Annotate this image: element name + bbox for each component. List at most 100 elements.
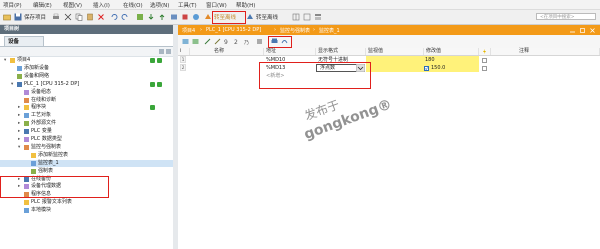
- tree-options-icon[interactable]: [166, 49, 171, 54]
- upload-icon[interactable]: [158, 13, 166, 21]
- menu-options[interactable]: 选项(N): [150, 1, 169, 9]
- save-project-button[interactable]: 保存项目: [24, 13, 46, 21]
- tree-item[interactable]: 在线和诊断: [0, 97, 173, 104]
- breadcrumb-project[interactable]: 项目4: [182, 27, 195, 34]
- col-comment[interactable]: 注释: [491, 48, 600, 55]
- redo-icon[interactable]: [121, 13, 129, 21]
- tree-item[interactable]: ▸ PLC 变量: [0, 128, 173, 135]
- compile-icon[interactable]: [136, 13, 144, 21]
- go-offline-icon[interactable]: [246, 13, 254, 21]
- tree-item-label: 外部源文件: [31, 120, 57, 127]
- menu-online[interactable]: 在线(O): [123, 1, 143, 9]
- chevron-down-icon[interactable]: ▾: [11, 81, 13, 88]
- add-row-icon[interactable]: [192, 38, 199, 45]
- tree-item[interactable]: ▾ PLC_1 [CPU 315-2 DP]: [0, 81, 173, 88]
- display-format-icon[interactable]: 2: [234, 38, 241, 45]
- col-name[interactable]: 名称: [190, 48, 264, 55]
- tree-item[interactable]: 监控表_1: [0, 159, 173, 167]
- breadcrumb-watch-table[interactable]: 监控表_1: [319, 27, 340, 34]
- tree-item-label: PLC_1 [CPU 315-2 DP]: [24, 80, 80, 87]
- enable-peripheral-icon[interactable]: 9: [224, 38, 231, 45]
- menu-view[interactable]: 视图(V): [63, 1, 82, 9]
- paste-icon[interactable]: [86, 13, 94, 21]
- accessible-devices-icon[interactable]: [192, 13, 200, 21]
- chevron-down-icon[interactable]: ▾: [18, 144, 20, 151]
- minimize-icon[interactable]: [570, 28, 575, 33]
- maximize-icon[interactable]: [580, 28, 585, 33]
- breadcrumb-plc[interactable]: PLC_1 [CPU 315-2 DP]: [206, 27, 261, 33]
- window-icon[interactable]: [303, 13, 311, 21]
- table-row[interactable]: 2 %MD13 浮点数 150.0: [178, 64, 600, 72]
- menu-edit[interactable]: 编辑(E): [33, 1, 52, 9]
- menu-insert[interactable]: 插入(I): [93, 1, 110, 9]
- table-row-new[interactable]: <新增>: [178, 72, 600, 80]
- go-online-icon[interactable]: [204, 13, 212, 21]
- chevron-right-icon[interactable]: ▸: [18, 104, 20, 111]
- modify-checkbox[interactable]: [482, 65, 487, 71]
- main-toolbar: 保存项目 转至离线 转至离线 <在项目中搜索>: [0, 10, 600, 25]
- col-monitor-value[interactable]: 监视值: [366, 48, 424, 55]
- modify-now-icon[interactable]: [204, 38, 211, 45]
- breadcrumb-watch-tables[interactable]: 监控与强制表: [280, 27, 310, 34]
- modify-value-cell[interactable]: 150.0: [423, 64, 479, 72]
- download-icon[interactable]: [147, 13, 155, 21]
- tab-devices[interactable]: 设备: [4, 36, 44, 46]
- modify-checkbox[interactable]: [482, 57, 487, 63]
- modify-trigger-icon[interactable]: [214, 38, 221, 45]
- tree-item[interactable]: ▸ 外部源文件: [0, 120, 173, 127]
- tree-item[interactable]: ▾ 监控与强制表: [0, 144, 173, 151]
- close-icon[interactable]: [590, 28, 595, 33]
- chevron-right-icon[interactable]: ▸: [18, 120, 20, 127]
- go-offline-button[interactable]: 转至离线: [256, 13, 278, 21]
- open-icon[interactable]: [3, 13, 11, 21]
- chevron-right-icon[interactable]: ▸: [18, 128, 20, 135]
- tree-item[interactable]: 设备组态: [0, 89, 173, 96]
- monitor-value-cell: [366, 64, 423, 72]
- menu-project[interactable]: 项目(P): [3, 1, 22, 9]
- undo-icon[interactable]: [110, 13, 118, 21]
- highlight-monitor-all: [268, 36, 292, 48]
- show-all-icon[interactable]: 乃: [244, 38, 251, 45]
- tree-item[interactable]: 本地模块: [0, 207, 173, 214]
- modify-enable-checkbox[interactable]: [424, 65, 429, 71]
- modify-value-cell[interactable]: 180: [423, 56, 479, 64]
- chevron-down-icon[interactable]: ▾: [4, 57, 6, 64]
- hide-icon[interactable]: [256, 38, 263, 45]
- copy-icon[interactable]: [75, 13, 83, 21]
- tree-item[interactable]: 添加新设备: [0, 65, 173, 72]
- status-check-icon: [157, 81, 162, 87]
- stop-icon[interactable]: [181, 13, 189, 21]
- project-tree-panel: 项目树 设备 ▾ 项目4 添加新设备 设备和网络 ▾ PLC_1 [CPU 315-2 D…: [0, 25, 174, 249]
- tree-item[interactable]: 添加新监控表: [0, 152, 173, 159]
- print-icon[interactable]: [52, 13, 60, 21]
- col-display-format[interactable]: 显示格式: [316, 48, 366, 55]
- svg-text:9: 9: [224, 39, 228, 45]
- menu-help[interactable]: 帮助(H): [236, 1, 255, 9]
- save-icon[interactable]: [14, 13, 22, 21]
- col-modify-value[interactable]: 修改值: [424, 48, 479, 55]
- col-address[interactable]: 地址: [264, 48, 316, 55]
- tree-item[interactable]: ▸ PLC 数据类型: [0, 136, 173, 143]
- tree-item[interactable]: 强制表: [0, 168, 173, 175]
- svg-text:乃: 乃: [244, 40, 249, 45]
- project-search-input[interactable]: <在项目中搜索>: [536, 13, 596, 20]
- layout-icon[interactable]: [314, 13, 322, 21]
- menu-window[interactable]: 窗口(W): [206, 1, 227, 9]
- status-check-icon: [157, 58, 162, 63]
- cut-icon[interactable]: [64, 13, 72, 21]
- split-editor-icon[interactable]: [292, 13, 300, 21]
- tree-item[interactable]: ▸ 程序块: [0, 104, 173, 111]
- col-modify-flag[interactable]: [479, 48, 491, 55]
- menu-tools[interactable]: 工具(T): [178, 1, 197, 9]
- tree-item[interactable]: 设备和网络: [0, 73, 173, 80]
- tree-item[interactable]: PLC 报警文本列表: [0, 199, 173, 206]
- chevron-right-icon[interactable]: ▸: [18, 136, 20, 143]
- tree-item[interactable]: ▸ 工艺对象: [0, 112, 173, 119]
- chevron-right-icon[interactable]: ▸: [18, 112, 20, 119]
- simulate-icon[interactable]: [170, 13, 178, 21]
- tree-item[interactable]: ▾ 项目4: [0, 57, 173, 64]
- delete-icon[interactable]: [97, 13, 105, 21]
- tree-view-icon[interactable]: [159, 49, 164, 54]
- insert-row-icon[interactable]: [182, 38, 189, 45]
- table-row[interactable]: 1 %MD10 无符号十进制 180: [178, 56, 600, 64]
